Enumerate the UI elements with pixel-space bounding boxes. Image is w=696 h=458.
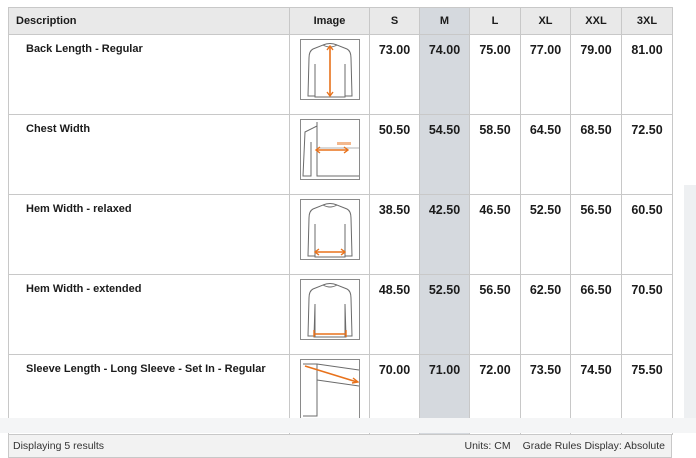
column-header-size-m[interactable]: M bbox=[419, 7, 470, 35]
size-value-m[interactable]: 42.50 bbox=[419, 194, 470, 275]
size-value-3xl[interactable]: 70.50 bbox=[621, 274, 673, 355]
column-header-size-s[interactable]: S bbox=[369, 7, 420, 35]
size-value-xl[interactable]: 77.00 bbox=[520, 34, 571, 115]
size-value-3xl[interactable]: 60.50 bbox=[621, 194, 673, 275]
size-value-l[interactable]: 46.50 bbox=[469, 194, 521, 275]
column-header-size-xxl[interactable]: XXL bbox=[570, 7, 622, 35]
table-footer: Displaying 5 results Units: CM Grade Rul… bbox=[8, 435, 672, 458]
size-value-3xl[interactable]: 72.50 bbox=[621, 114, 673, 195]
garment-back-length-icon[interactable] bbox=[299, 39, 360, 100]
size-value-l[interactable]: 58.50 bbox=[469, 114, 521, 195]
page-bottom-area bbox=[0, 418, 696, 433]
size-value-xxl[interactable]: 68.50 bbox=[570, 114, 622, 195]
size-table: Description Image S M L XL XXL 3XL Back … bbox=[8, 7, 673, 435]
size-value-s[interactable]: 50.50 bbox=[369, 114, 420, 195]
results-count: Displaying 5 results bbox=[13, 440, 105, 452]
table-row[interactable]: Back Length - Regular 73.00 74.00 75.00 … bbox=[8, 34, 673, 115]
units-label: Units: CM bbox=[464, 440, 511, 452]
size-value-xl[interactable]: 64.50 bbox=[520, 114, 571, 195]
column-header-size-xl[interactable]: XL bbox=[520, 7, 571, 35]
table-row[interactable]: Chest Width 50.50 54.50 58.50 64.50 68.5… bbox=[8, 114, 673, 195]
measurement-name: Hem Width - relaxed bbox=[8, 194, 290, 275]
column-header-size-l[interactable]: L bbox=[469, 7, 521, 35]
column-header-size-3xl[interactable]: 3XL bbox=[621, 7, 673, 35]
measurement-name: Back Length - Regular bbox=[8, 34, 290, 115]
garment-chest-width-icon[interactable] bbox=[299, 119, 360, 180]
size-value-s[interactable]: 48.50 bbox=[369, 274, 420, 355]
size-spec-grid: Description Image S M L XL XXL 3XL Back … bbox=[8, 7, 673, 458]
size-value-s[interactable]: 38.50 bbox=[369, 194, 420, 275]
size-value-m[interactable]: 52.50 bbox=[419, 274, 470, 355]
table-row[interactable]: Hem Width - relaxed 38.50 42.50 46.50 52… bbox=[8, 194, 673, 275]
size-value-xxl[interactable]: 79.00 bbox=[570, 34, 622, 115]
header-row: Description Image S M L XL XXL 3XL bbox=[8, 7, 673, 35]
column-header-image[interactable]: Image bbox=[289, 7, 370, 35]
column-header-description[interactable]: Description bbox=[8, 7, 290, 35]
size-value-l[interactable]: 56.50 bbox=[469, 274, 521, 355]
size-value-xxl[interactable]: 56.50 bbox=[570, 194, 622, 275]
size-value-s[interactable]: 73.00 bbox=[369, 34, 420, 115]
garment-sleeve-length-icon[interactable] bbox=[299, 359, 360, 420]
garment-hem-width-extended-icon[interactable] bbox=[299, 279, 360, 340]
size-value-xxl[interactable]: 66.50 bbox=[570, 274, 622, 355]
garment-hem-width-relaxed-icon[interactable] bbox=[299, 199, 360, 260]
scroll-area-edge bbox=[684, 185, 696, 433]
measurement-name: Chest Width bbox=[8, 114, 290, 195]
size-value-xl[interactable]: 52.50 bbox=[520, 194, 571, 275]
size-value-m[interactable]: 54.50 bbox=[419, 114, 470, 195]
size-value-3xl[interactable]: 81.00 bbox=[621, 34, 673, 115]
size-value-xl[interactable]: 62.50 bbox=[520, 274, 571, 355]
size-value-l[interactable]: 75.00 bbox=[469, 34, 521, 115]
measurement-name: Hem Width - extended bbox=[8, 274, 290, 355]
grade-rules-label: Grade Rules Display: Absolute bbox=[522, 440, 665, 452]
size-value-m[interactable]: 74.00 bbox=[419, 34, 470, 115]
table-row[interactable]: Hem Width - extended 48.50 52.50 56.50 6… bbox=[8, 274, 673, 355]
